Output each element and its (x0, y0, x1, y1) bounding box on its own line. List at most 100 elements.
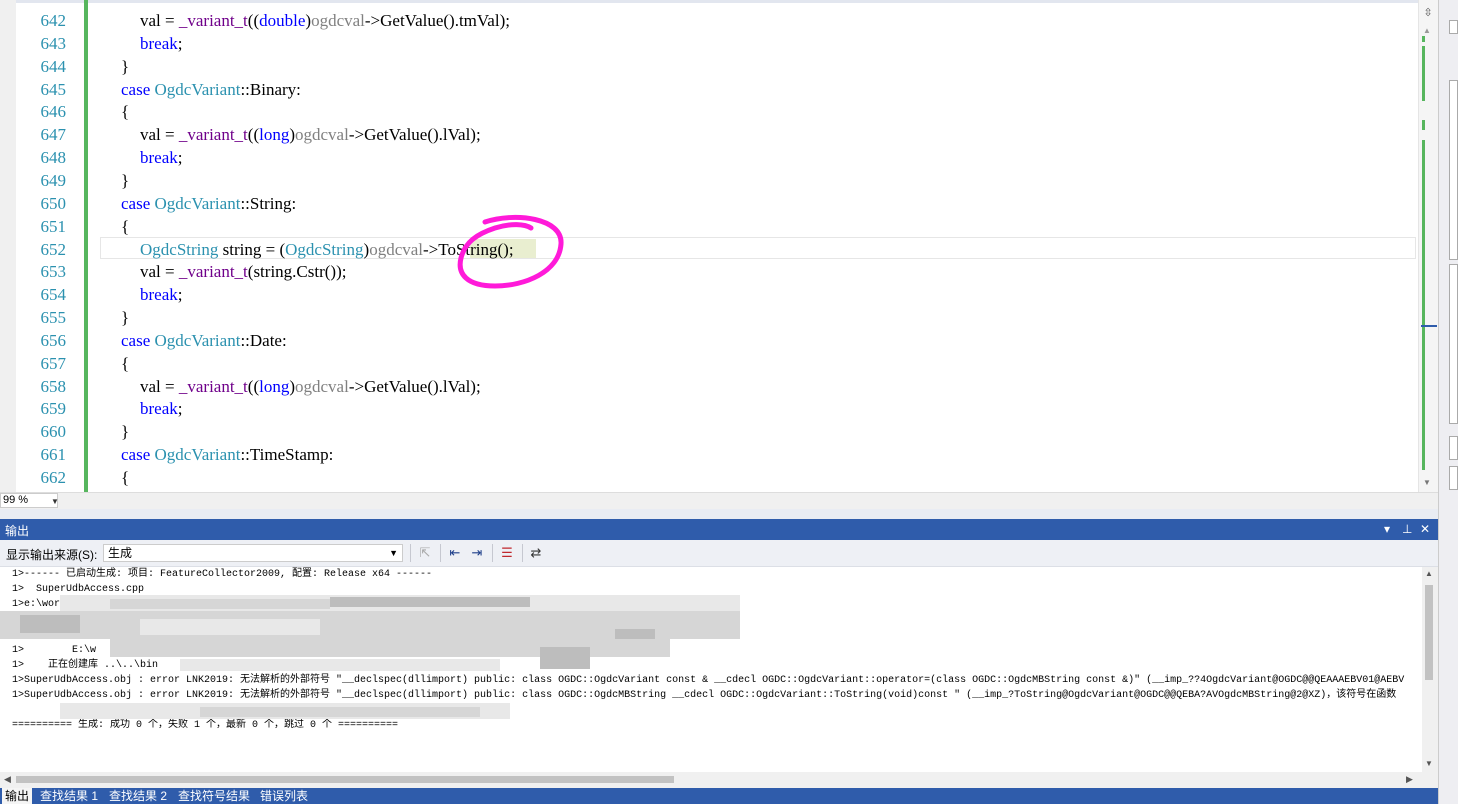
scroll-right-icon[interactable]: ▶ (1406, 774, 1413, 785)
output-horizontal-scrollbar[interactable]: ◀ ▶ (0, 772, 1438, 788)
bottom-tab[interactable]: 查找结果 2 (106, 788, 170, 804)
code-line[interactable]: break; (140, 32, 183, 55)
code-token: ->GetValue().tmVal); (364, 11, 510, 30)
code-line[interactable]: } (121, 420, 129, 443)
code-area[interactable]: val = _variant_t((double)ogdcval->GetVal… (92, 0, 1418, 492)
output-line: 1>------ 已启动生成: 项目: FeatureCollector2009… (12, 569, 433, 580)
code-token: long (259, 376, 290, 396)
editor-vertical-scrollbar[interactable]: ⇳ ▲ ▼ (1418, 0, 1438, 492)
output-source-select[interactable]: 生成 ▼ (103, 544, 403, 562)
code-line[interactable]: val = _variant_t((long)ogdcval->GetValue… (140, 123, 481, 146)
dropdown-icon[interactable]: ▾ (1384, 522, 1390, 536)
line-number: 651 (40, 216, 67, 236)
line-number: 644 (40, 56, 67, 76)
code-line[interactable]: case OgdcVariant::TimeStamp: (121, 443, 333, 466)
word-wrap-icon[interactable]: ⇄ (527, 545, 545, 561)
output-line: 1> 正在创建库 ..\..\bin (12, 659, 159, 671)
output-source-value: 生成 (108, 546, 133, 560)
scroll-up-icon[interactable]: ▲ (1425, 569, 1433, 578)
breakpoint-gutter[interactable] (0, 0, 16, 492)
right-panel-button[interactable] (1449, 436, 1458, 460)
code-token: ogdcval (369, 239, 424, 259)
close-icon[interactable]: ✕ (1420, 522, 1430, 536)
code-token: ogdcval (311, 11, 365, 30)
toolbar-separator (440, 544, 441, 562)
clear-all-icon[interactable]: ☰ (498, 545, 516, 561)
code-token: OgdcString (285, 239, 364, 259)
find-message-icon[interactable]: ⇱ (416, 545, 434, 561)
scrollbar-thumb[interactable] (1425, 585, 1433, 680)
bottom-tab[interactable]: 查找符号结果 (175, 788, 253, 804)
code-token: _variant_t (178, 11, 248, 30)
code-token: } (121, 308, 130, 328)
scroll-left-icon[interactable]: ◀ (4, 774, 11, 785)
line-number: 655 (40, 308, 67, 328)
blurred-region (540, 597, 736, 609)
change-marker (1422, 36, 1425, 42)
code-line[interactable]: val = _variant_t((long)ogdcval->GetValue… (140, 375, 481, 398)
zoom-level-select[interactable]: 99 % ▼ (0, 493, 59, 508)
code-line[interactable]: case OgdcVariant::Binary: (121, 78, 301, 101)
code-token: break (140, 33, 178, 53)
bottom-tab[interactable]: 错误列表 (257, 788, 311, 804)
code-line[interactable]: } (121, 306, 129, 329)
line-number: 656 (40, 330, 67, 350)
code-token: ; (177, 33, 183, 53)
blurred-region (20, 615, 80, 633)
caret-position-marker (1421, 325, 1437, 327)
dropdown-icon[interactable]: ▼ (51, 495, 59, 508)
split-icon[interactable]: ⇳ (1422, 7, 1434, 19)
code-editor[interactable]: 642 643 644 645 646 647 648 649 650 651 652 653 654 6… (0, 0, 1438, 492)
code-line[interactable]: break; (140, 146, 183, 169)
blurred-region (540, 647, 590, 669)
code-token: _variant_t (178, 125, 248, 145)
toolbar-separator (410, 544, 411, 562)
dropdown-icon[interactable]: ▼ (389, 545, 398, 561)
code-line[interactable]: { (121, 100, 129, 123)
code-token: case (121, 79, 155, 99)
blurred-region (180, 659, 500, 671)
code-token: OgdcVariant (154, 193, 241, 213)
bottom-tab[interactable]: 查找结果 1 (37, 788, 101, 804)
code-line[interactable]: } (121, 55, 129, 78)
output-toolbar: 显示输出来源(S): 生成 ▼ ⇱ ⇤ ⇥ ☰ ⇄ (0, 540, 1438, 567)
right-panel-button[interactable] (1449, 466, 1458, 490)
pin-icon[interactable]: ⊥ (1402, 522, 1412, 536)
output-line: 1> E:\w (12, 644, 97, 656)
line-number: 657 (40, 353, 67, 373)
go-next-icon[interactable]: ⇥ (468, 545, 486, 561)
go-prev-icon[interactable]: ⇤ (446, 545, 464, 561)
output-vertical-scrollbar[interactable]: ▲ ▼ (1422, 567, 1438, 772)
code-token: val = (140, 11, 179, 30)
line-number: 652 (40, 239, 67, 259)
code-line[interactable]: { (121, 352, 129, 375)
output-panel-title-bar[interactable]: 输出 ▾ ⊥ ✕ (0, 519, 1438, 540)
scroll-up-icon[interactable]: ▲ (1423, 26, 1431, 35)
scroll-down-icon[interactable]: ▼ (1425, 759, 1433, 768)
code-line[interactable]: { (121, 466, 129, 489)
editor-horizontal-scrollbar[interactable] (62, 495, 1414, 506)
code-line[interactable]: case OgdcVariant::Date: (121, 329, 287, 352)
line-number: 645 (40, 79, 67, 99)
bottom-tab[interactable]: 输出 (2, 788, 33, 804)
code-line[interactable]: } (121, 169, 129, 192)
code-line[interactable]: val = _variant_t((double)ogdcval->GetVal… (140, 9, 510, 32)
code-token: _variant_t (178, 376, 248, 396)
code-token: { (121, 216, 130, 236)
scrollbar-thumb[interactable] (16, 776, 674, 783)
splitter[interactable] (0, 509, 1438, 519)
scroll-down-icon[interactable]: ▼ (1423, 478, 1431, 487)
toolbar-separator (522, 544, 523, 562)
output-text-area[interactable]: 1>------ 已启动生成: 项目: FeatureCollector2009… (0, 567, 1422, 772)
code-line[interactable]: break; (140, 283, 183, 306)
line-number: 649 (40, 170, 67, 190)
code-line[interactable]: break; (140, 397, 183, 420)
code-token: ::Binary: (240, 79, 301, 99)
right-panel-area (1449, 264, 1458, 424)
code-line[interactable]: case OgdcVariant::String: (121, 192, 296, 215)
code-line[interactable]: { (121, 215, 129, 238)
line-number: 662 (40, 468, 67, 487)
code-line[interactable]: val = _variant_t(string.Cstr()); (140, 260, 346, 283)
code-token: (string.Cstr()); (247, 262, 347, 282)
line-number: 653 (40, 262, 67, 282)
